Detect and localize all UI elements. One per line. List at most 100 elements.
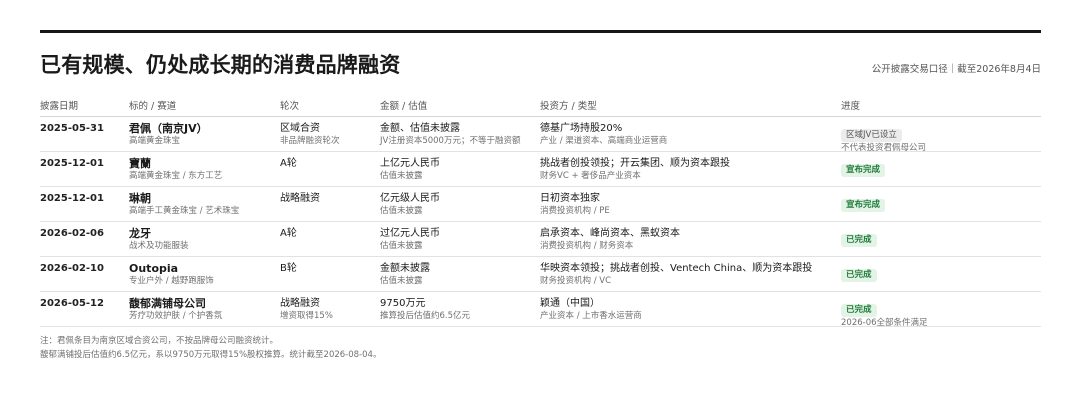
cell-status: 区域JV已设立 不代表投资君佩母公司 [841, 122, 1041, 153]
cell-investor: 启承资本、峰尚资本、黑蚁资本 消费投资机构 / 财务资本 [540, 227, 841, 256]
header-round: 轮次 [280, 101, 300, 112]
table-row: 2026-05-12 馥郁满铺母公司 芳疗功效护肤 / 个护香氛 战略融资 增资取得15… [40, 292, 1041, 328]
cell-amount: 上亿元人民币 估值未披露 [380, 157, 540, 186]
cell-round: 区域合资非品牌融资轮次 [280, 122, 380, 151]
cell-status: 已完成 [841, 262, 1041, 291]
amount-value: 金额未披露 [380, 263, 430, 274]
cell-date: 2026-02-10 [40, 263, 104, 274]
amount-note: 推算投后估值约6.5亿元 [380, 311, 471, 321]
cell-status: 宣布完成 [841, 157, 1041, 186]
cell-status: 已完成 [841, 227, 1041, 256]
header: 已有规模、仍处成长期的消费品牌融资 公开披露交易口径｜截至2026年8月4日 [40, 33, 1041, 81]
brand-sector: 高端黄金珠宝 / 东方工艺 [129, 171, 223, 181]
investor-names: 德基广场持股20% [540, 123, 623, 134]
cell-investor: 日初资本独家 消费投资机构 / PE [540, 192, 841, 221]
status-note: 不代表投资君佩母公司 [841, 143, 927, 153]
status-badge: 宣布完成 [841, 164, 886, 177]
table-row: 2026-02-10 Outopia 专业户外 / 越野跑服饰 B轮 金额未披露 估值未披… [40, 257, 1041, 292]
table-header: 披露日期 标的 / 赛道 轮次 金额 / 估值 投资方 / 类型 进度 [40, 98, 1041, 117]
round-label: 战略融资 [280, 298, 320, 309]
brand-name: 馥郁满铺母公司 [129, 297, 206, 310]
table-row: 2025-12-01 寶蘭 高端黄金珠宝 / 东方工艺 A轮 上亿元人民币 估值未披露 挑战… [40, 152, 1041, 187]
amount-value: 上亿元人民币 [380, 158, 440, 169]
table-row: 2026-02-06 龙牙 战术及功能服装 A轮 过亿元人民币 估值未披露 启承资本、峰尚资… [40, 222, 1041, 257]
cell-round: A轮 [280, 227, 380, 256]
investor-type: 产业 / 渠道资本、高端商业运营商 [540, 136, 668, 146]
page-title: 已有规模、仍处成长期的消费品牌融资 [40, 53, 401, 77]
round-label: 区域合资 [280, 123, 320, 134]
cell-name: 君佩（南京JV） 高端黄金珠宝 [129, 122, 280, 151]
investor-names: 日初资本独家 [540, 193, 600, 204]
investor-names: 颖通（中国） [540, 298, 600, 309]
header-name: 标的 / 赛道 [129, 101, 177, 112]
cell-name: 琳朝 高端手工黄金珠宝 / 艺术珠宝 [129, 192, 280, 221]
amount-note: 估值未披露 [380, 171, 423, 181]
table-body: 2025-05-31 君佩（南京JV） 高端黄金珠宝 区域合资 非品牌融资轮次 金额、估值… [40, 117, 1041, 328]
round-note: 非品牌融资轮次 [280, 136, 340, 146]
status-badge: 已完成 [841, 304, 877, 317]
amount-value: 金额、估值未披露 [380, 123, 460, 134]
header-investor: 投资方 / 类型 [540, 101, 597, 112]
cell-name: 龙牙 战术及功能服装 [129, 227, 280, 256]
cell-investor: 华映资本领投；挑战者创投、Ventech China、顺为资本跟投 财务投资机构 … [540, 262, 841, 291]
cell-amount: 金额、估值未披露 JV注册资本5000万元；不等于融资额 [380, 122, 540, 151]
cell-amount: 9750万元 推算投后估值约6.5亿元 [380, 297, 540, 326]
investor-type: 消费投资机构 / 财务资本 [540, 241, 634, 251]
status-badge: 区域JV已设立 [841, 129, 902, 142]
cell-investor: 挑战者创投领投；开云集团、顺为资本跟投 财务VC + 奢侈品产业资本 [540, 157, 841, 186]
amount-note: 估值未披露 [380, 241, 423, 251]
cell-investor: 颖通（中国） 产业资本 / 上市香水运营商 [540, 297, 841, 326]
investor-type: 财务VC + 奢侈品产业资本 [540, 171, 641, 181]
header-amount: 金额 / 估值 [380, 101, 428, 112]
footnotes: 注：君佩条目为南京区域合资公司，不按品牌母公司融资统计。 馥郁满铺投后估值约6.… [40, 334, 1041, 362]
footnote: 馥郁满铺投后估值约6.5亿元，系以9750万元取得15%股权推算。统计截至202… [40, 350, 382, 360]
brand-name: 寶蘭 [129, 157, 151, 170]
status-badge: 已完成 [841, 269, 877, 282]
cell-date: 2025-12-01 [40, 158, 104, 169]
cell-name: 馥郁满铺母公司 芳疗功效护肤 / 个护香氛 [129, 297, 280, 326]
cell-date: 2026-02-06 [40, 228, 104, 239]
table-row: 2025-05-31 君佩（南京JV） 高端黄金珠宝 区域合资 非品牌融资轮次 金额、估值… [40, 117, 1041, 153]
cell-date: 2025-12-01 [40, 193, 104, 204]
header-date: 披露日期 [40, 101, 79, 112]
cell-status: 宣布完成 [841, 192, 1041, 221]
brand-name: Outopia [129, 262, 179, 275]
brand-name: 琳朝 [129, 192, 151, 205]
cell-amount: 亿元级人民币 估值未披露 [380, 192, 540, 221]
status-note: 2026-06全部条件满足 [841, 318, 928, 328]
amount-note: 估值未披露 [380, 276, 423, 286]
brand-sector: 高端手工黄金珠宝 / 艺术珠宝 [129, 206, 240, 216]
investor-type: 产业资本 / 上市香水运营商 [540, 311, 642, 321]
investor-type: 财务投资机构 / VC [540, 276, 612, 286]
status-badge: 已完成 [841, 234, 877, 247]
brand-sector: 战术及功能服装 [129, 241, 189, 251]
cell-round: 战略融资 [280, 192, 380, 221]
round-note: 增资取得15% [280, 311, 333, 321]
status-badge: 宣布完成 [841, 199, 886, 212]
investor-names: 华映资本领投；挑战者创投、Ventech China、顺为资本跟投 [540, 263, 813, 274]
round-label: 战略融资 [280, 193, 320, 204]
brand-sector: 芳疗功效护肤 / 个护香氛 [129, 311, 223, 321]
round-label: A轮 [280, 158, 297, 169]
cell-status: 已完成 2026-06全部条件满足 [841, 297, 1041, 328]
cell-name: 寶蘭 高端黄金珠宝 / 东方工艺 [129, 157, 280, 186]
investor-type: 消费投资机构 / PE [540, 206, 610, 216]
amount-value: 过亿元人民币 [380, 228, 440, 239]
amount-note: 估值未披露 [380, 206, 423, 216]
cell-name: Outopia 专业户外 / 越野跑服饰 [129, 262, 280, 291]
investor-names: 挑战者创投领投；开云集团、顺为资本跟投 [540, 158, 730, 169]
round-label: A轮 [280, 228, 297, 239]
cell-round: B轮 [280, 262, 380, 291]
source-note: 公开披露交易口径｜截至2026年8月4日 [871, 64, 1041, 75]
amount-note: JV注册资本5000万元；不等于融资额 [380, 136, 521, 146]
cell-date: 2025-05-31 [40, 123, 104, 134]
cell-amount: 金额未披露估值未披露 [380, 262, 540, 291]
amount-value: 亿元级人民币 [380, 193, 440, 204]
investor-names: 启承资本、峰尚资本、黑蚁资本 [540, 228, 680, 239]
cell-round: 战略融资增资取得15% [280, 297, 380, 326]
brand-sector: 专业户外 / 越野跑服饰 [129, 276, 214, 286]
cell-amount: 过亿元人民币 估值未披露 [380, 227, 540, 256]
cell-round: A轮 [280, 157, 380, 186]
brand-name: 龙牙 [129, 227, 151, 240]
report-panel: 已有规模、仍处成长期的消费品牌融资 公开披露交易口径｜截至2026年8月4日 披… [40, 30, 1041, 362]
